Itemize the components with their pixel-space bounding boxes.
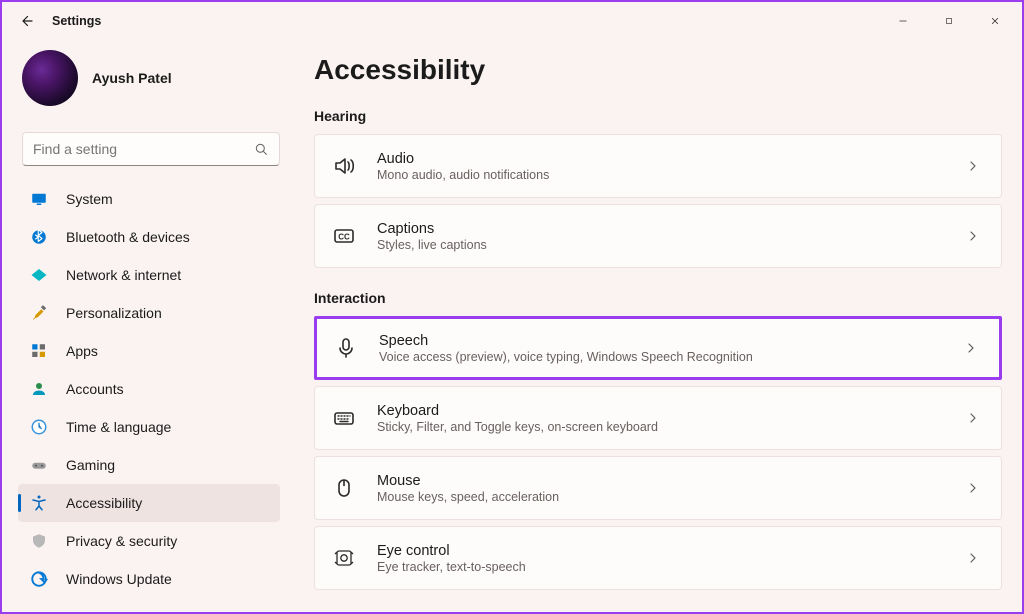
chevron-right-icon xyxy=(965,228,981,244)
sidebar-item-label: Gaming xyxy=(66,457,115,473)
card-title: Keyboard xyxy=(377,403,965,419)
sidebar: Ayush Patel System Bluetooth & devices N… xyxy=(2,40,292,612)
card-title: Audio xyxy=(377,151,965,167)
card-mouse[interactable]: Mouse Mouse keys, speed, acceleration xyxy=(314,456,1002,520)
paintbrush-icon xyxy=(28,302,50,324)
search-box[interactable] xyxy=(22,132,280,166)
gamepad-icon xyxy=(28,454,50,476)
sidebar-item-time-language[interactable]: Time & language xyxy=(18,408,280,446)
card-eye-control[interactable]: Eye control Eye tracker, text-to-speech xyxy=(314,526,1002,590)
sidebar-item-label: Accounts xyxy=(66,381,124,397)
window-controls xyxy=(880,4,1018,38)
update-icon xyxy=(28,568,50,590)
titlebar: Settings xyxy=(2,2,1022,40)
card-title: Captions xyxy=(377,221,965,237)
close-button[interactable] xyxy=(972,4,1018,38)
sidebar-item-windows-update[interactable]: Windows Update xyxy=(18,560,280,598)
eye-icon xyxy=(331,545,357,571)
sidebar-item-system[interactable]: System xyxy=(18,180,280,218)
keyboard-icon xyxy=(331,405,357,431)
section-label-interaction: Interaction xyxy=(314,290,1002,306)
chevron-right-icon xyxy=(965,550,981,566)
chevron-right-icon xyxy=(963,340,979,356)
card-subtitle: Eye tracker, text-to-speech xyxy=(377,560,965,574)
search-input[interactable] xyxy=(33,141,253,157)
monitor-icon xyxy=(28,188,50,210)
sidebar-item-bluetooth[interactable]: Bluetooth & devices xyxy=(18,218,280,256)
person-icon xyxy=(28,378,50,400)
card-title: Eye control xyxy=(377,543,965,559)
nav-list: System Bluetooth & devices Network & int… xyxy=(18,180,288,598)
card-subtitle: Mouse keys, speed, acceleration xyxy=(377,490,965,504)
profile-block[interactable]: Ayush Patel xyxy=(18,46,288,120)
card-title: Speech xyxy=(379,333,963,349)
cc-icon xyxy=(331,223,357,249)
sidebar-item-label: Bluetooth & devices xyxy=(66,229,190,245)
content-area: Accessibility Hearing Audio Mono audio, … xyxy=(292,40,1022,612)
wifi-icon xyxy=(28,264,50,286)
user-display-name: Ayush Patel xyxy=(92,70,172,86)
clock-globe-icon xyxy=(28,416,50,438)
page-title: Accessibility xyxy=(314,54,1002,86)
card-keyboard[interactable]: Keyboard Sticky, Filter, and Toggle keys… xyxy=(314,386,1002,450)
sidebar-item-accounts[interactable]: Accounts xyxy=(18,370,280,408)
shield-icon xyxy=(28,530,50,552)
sidebar-item-label: Personalization xyxy=(66,305,162,321)
sidebar-item-label: Network & internet xyxy=(66,267,181,283)
card-subtitle: Voice access (preview), voice typing, Wi… xyxy=(379,350,963,364)
sidebar-item-apps[interactable]: Apps xyxy=(18,332,280,370)
sidebar-item-label: Privacy & security xyxy=(66,533,177,549)
sidebar-item-label: Time & language xyxy=(66,419,171,435)
apps-icon xyxy=(28,340,50,362)
mic-icon xyxy=(333,335,359,361)
avatar xyxy=(22,50,78,106)
card-audio[interactable]: Audio Mono audio, audio notifications xyxy=(314,134,1002,198)
card-speech[interactable]: Speech Voice access (preview), voice typ… xyxy=(314,316,1002,380)
search-icon xyxy=(253,141,269,157)
speaker-icon xyxy=(331,153,357,179)
sidebar-item-personalization[interactable]: Personalization xyxy=(18,294,280,332)
sidebar-item-gaming[interactable]: Gaming xyxy=(18,446,280,484)
sidebar-item-label: Apps xyxy=(66,343,98,359)
minimize-button[interactable] xyxy=(880,4,926,38)
card-subtitle: Mono audio, audio notifications xyxy=(377,168,965,182)
mouse-icon xyxy=(331,475,357,501)
sidebar-item-label: Accessibility xyxy=(66,495,142,511)
chevron-right-icon xyxy=(965,410,981,426)
sidebar-item-privacy[interactable]: Privacy & security xyxy=(18,522,280,560)
chevron-right-icon xyxy=(965,158,981,174)
sidebar-item-accessibility[interactable]: Accessibility xyxy=(18,484,280,522)
interaction-cards: Speech Voice access (preview), voice typ… xyxy=(314,316,1002,590)
sidebar-item-label: System xyxy=(66,191,113,207)
hearing-cards: Audio Mono audio, audio notifications Ca… xyxy=(314,134,1002,268)
maximize-button[interactable] xyxy=(926,4,972,38)
card-subtitle: Sticky, Filter, and Toggle keys, on-scre… xyxy=(377,420,965,434)
sidebar-item-label: Windows Update xyxy=(66,571,172,587)
sidebar-item-network[interactable]: Network & internet xyxy=(18,256,280,294)
back-button[interactable] xyxy=(6,2,46,40)
app-title: Settings xyxy=(52,14,101,28)
card-title: Mouse xyxy=(377,473,965,489)
section-label-hearing: Hearing xyxy=(314,108,1002,124)
chevron-right-icon xyxy=(965,480,981,496)
bluetooth-icon xyxy=(28,226,50,248)
card-captions[interactable]: Captions Styles, live captions xyxy=(314,204,1002,268)
accessibility-icon xyxy=(28,492,50,514)
card-subtitle: Styles, live captions xyxy=(377,238,965,252)
